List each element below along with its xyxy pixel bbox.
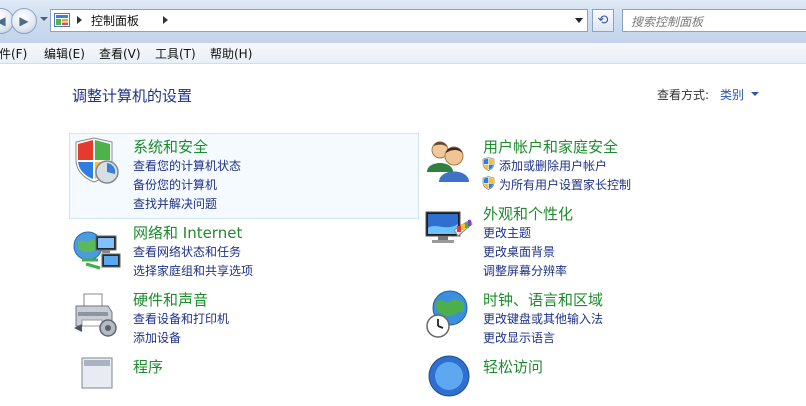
category-title-network-internet[interactable]: 网络和 Internet (133, 222, 242, 243)
programs-icon[interactable] (72, 356, 122, 406)
network-globe-icon[interactable] (72, 224, 122, 274)
menu-tools[interactable]: 工具(T) (155, 45, 196, 62)
view-by-label: 查看方式: (657, 88, 710, 102)
link-view-computer-status[interactable]: 查看您的计算机状态 (133, 157, 241, 174)
breadcrumb-separator-icon[interactable] (77, 16, 82, 24)
view-by-chevron-down-icon[interactable] (751, 92, 759, 96)
menu-bar: 文件(F) 编辑(E) 查看(V) 工具(T) 帮助(H) (0, 43, 806, 64)
category-title-clock-region[interactable]: 时钟、语言和区域 (483, 289, 603, 310)
category-title-user-accounts[interactable]: 用户帐户和家庭安全 (483, 136, 618, 157)
link-change-keyboard-input[interactable]: 更改键盘或其他输入法 (483, 310, 603, 327)
ease-of-access-icon[interactable] (424, 354, 474, 404)
menu-edit[interactable]: 编辑(E) (44, 45, 85, 62)
uac-shield-icon (482, 176, 495, 190)
category-title-hardware-sound[interactable]: 硬件和声音 (133, 289, 208, 310)
address-bar: ◀ ▶ 控制面板 ⟲ 搜索控制面板 (0, 0, 806, 44)
search-placeholder: 搜索控制面板 (631, 15, 704, 29)
forward-arrow-icon[interactable]: ▶ (11, 8, 37, 34)
refresh-icon[interactable]: ⟲ (592, 9, 614, 32)
link-add-device[interactable]: 添加设备 (133, 329, 181, 346)
menu-view[interactable]: 查看(V) (99, 45, 141, 62)
link-view-network-status[interactable]: 查看网络状态和任务 (133, 243, 241, 260)
menu-help[interactable]: 帮助(H) (210, 45, 252, 62)
globe-clock-icon[interactable] (424, 288, 474, 338)
link-devices-printers[interactable]: 查看设备和打印机 (133, 310, 229, 327)
address-field[interactable]: 控制面板 (50, 9, 588, 32)
category-title-appearance[interactable]: 外观和个性化 (483, 203, 573, 224)
link-add-remove-user-accounts[interactable]: 添加或删除用户帐户 (499, 157, 607, 174)
link-backup-computer[interactable]: 备份您的计算机 (133, 176, 217, 193)
users-icon[interactable] (424, 136, 474, 186)
category-title-programs[interactable]: 程序 (133, 356, 163, 377)
view-by-dropdown[interactable]: 类别 (720, 86, 744, 103)
search-input[interactable]: 搜索控制面板 (622, 9, 806, 32)
menu-file[interactable]: 文件(F) (0, 45, 27, 62)
control-panel-icon (54, 13, 70, 27)
address-history-dropdown-icon[interactable] (575, 18, 583, 23)
link-change-display-language[interactable]: 更改显示语言 (483, 329, 555, 346)
category-title-system-security[interactable]: 系统和安全 (133, 136, 208, 157)
uac-shield-icon (482, 157, 495, 171)
breadcrumb-control-panel[interactable]: 控制面板 (91, 12, 139, 29)
page-title: 调整计算机的设置 (72, 87, 193, 105)
recent-pages-dropdown-icon[interactable] (40, 17, 48, 21)
category-title-ease-of-access[interactable]: 轻松访问 (483, 356, 543, 377)
breadcrumb-separator-icon[interactable] (163, 16, 168, 24)
security-shield-icon[interactable] (72, 136, 122, 186)
link-change-theme[interactable]: 更改主题 (483, 224, 531, 241)
monitor-palette-icon[interactable] (424, 206, 474, 256)
link-change-desktop-background[interactable]: 更改桌面背景 (483, 243, 555, 260)
link-homegroup-sharing[interactable]: 选择家庭组和共享选项 (133, 262, 253, 279)
link-parental-controls[interactable]: 为所有用户设置家长控制 (499, 176, 631, 193)
link-troubleshoot[interactable]: 查找并解决问题 (133, 195, 217, 212)
printer-icon[interactable] (72, 288, 122, 338)
link-adjust-resolution[interactable]: 调整屏幕分辨率 (483, 262, 567, 279)
